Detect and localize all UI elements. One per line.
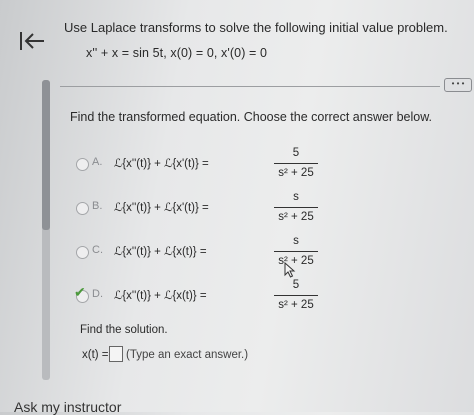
fraction-numerator: 5 — [292, 147, 300, 159]
option-lhs: ℒ{x''(t)} + ℒ{x(t)} = — [114, 290, 207, 302]
option-letter: B. — [92, 200, 103, 212]
fraction-denominator: s² + 25 — [278, 255, 314, 267]
fraction-denominator: s² + 25 — [278, 167, 314, 179]
back-arrow-icon[interactable] — [18, 30, 46, 52]
more-button[interactable]: • • • — [444, 78, 472, 92]
fraction-numerator: s — [293, 235, 299, 247]
checkmark-icon: ✔ — [74, 284, 86, 300]
fraction-numerator: 5 — [292, 279, 300, 291]
solution-heading: Find the solution. — [80, 324, 168, 336]
option-fraction: s s² + 25 — [274, 190, 318, 225]
option-letter: C. — [92, 244, 103, 256]
fraction-bar — [274, 295, 318, 296]
option-lhs: ℒ{x''(t)} + ℒ{x'(t)} = — [114, 202, 209, 214]
answer-input[interactable] — [109, 346, 123, 362]
fraction-bar — [274, 251, 318, 252]
ask-instructor-link[interactable]: Ask my instructor — [14, 399, 121, 415]
mouse-cursor-icon — [284, 262, 296, 278]
scrollbar-thumb[interactable] — [42, 80, 50, 230]
divider — [60, 86, 440, 87]
option-letter: D. — [92, 288, 103, 300]
scrollbar[interactable] — [42, 80, 50, 380]
option-fraction: 5 s² + 25 — [274, 278, 318, 313]
radio-button[interactable] — [76, 246, 89, 259]
option-fraction: s s² + 25 — [274, 234, 318, 269]
solution-label: x(t) = — [82, 349, 109, 361]
fraction-denominator: s² + 25 — [278, 299, 314, 311]
radio-button[interactable] — [76, 202, 89, 215]
option-a[interactable]: A. ℒ{x''(t)} + ℒ{x'(t)} = 5 s² + 25 — [76, 146, 396, 186]
initial-value-problem: x'' + x = sin 5t, x(0) = 0, x'(0) = 0 — [86, 46, 268, 60]
option-fraction: 5 s² + 25 — [274, 146, 318, 181]
option-lhs: ℒ{x''(t)} + ℒ{x'(t)} = — [114, 158, 209, 170]
option-b[interactable]: B. ℒ{x''(t)} + ℒ{x'(t)} = s s² + 25 — [76, 190, 396, 230]
option-d[interactable]: ✔ D. ℒ{x''(t)} + ℒ{x(t)} = 5 s² + 25 — [74, 278, 396, 318]
question-prompt: Use Laplace transforms to solve the foll… — [64, 20, 448, 35]
option-letter: A. — [92, 156, 103, 168]
instruction-text: Find the transformed equation. Choose th… — [70, 110, 433, 124]
radio-button[interactable] — [76, 158, 89, 171]
option-lhs: ℒ{x''(t)} + ℒ{x(t)} = — [114, 246, 207, 258]
fraction-denominator: s² + 25 — [278, 211, 314, 223]
fraction-bar — [274, 163, 318, 164]
fraction-numerator: s — [293, 191, 299, 203]
answer-hint: (Type an exact answer.) — [126, 349, 249, 361]
fraction-bar — [274, 207, 318, 208]
option-c[interactable]: C. ℒ{x''(t)} + ℒ{x(t)} = s s² + 25 — [76, 234, 396, 274]
